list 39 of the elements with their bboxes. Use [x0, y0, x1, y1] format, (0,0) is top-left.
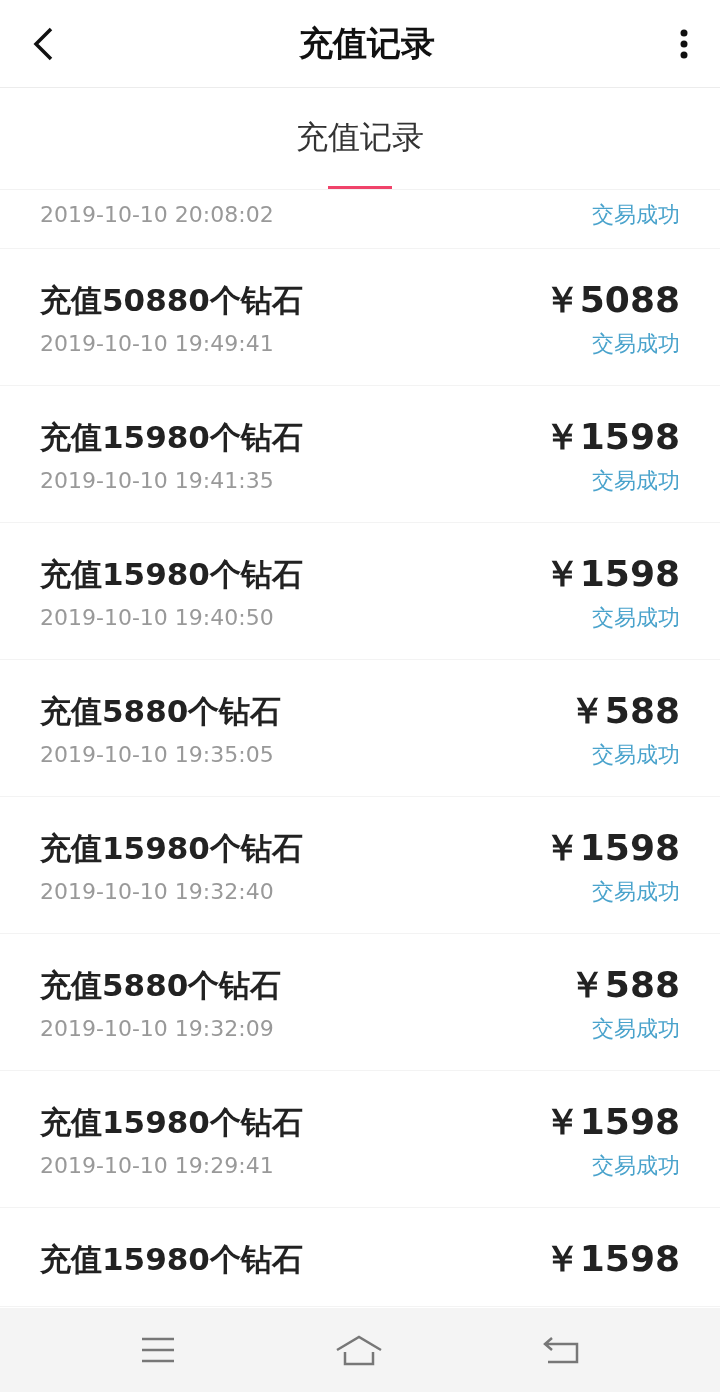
record-title: 充值15980个钻石	[40, 418, 303, 457]
record-amount: ￥1598	[543, 1101, 680, 1143]
record-time: 2019-10-10 19:32:09	[40, 1015, 274, 1043]
record-title: 充值15980个钻石	[40, 1103, 303, 1142]
record-title: 充值15980个钻石	[40, 555, 303, 594]
record-title: 充值15980个钻石	[40, 829, 303, 868]
record-time: 2019-10-10 20:08:02	[40, 201, 274, 229]
record-amount: ￥588	[568, 690, 680, 732]
record-time: 2019-10-10 19:32:40	[40, 878, 274, 906]
record-status: 交易成功	[592, 604, 680, 632]
menu-icon	[139, 1336, 176, 1364]
record-title: 充值15980个钻石	[40, 1240, 303, 1279]
record-status: 交易成功	[592, 1152, 680, 1180]
record-amount: ￥5088	[543, 279, 680, 321]
record-amount: ￥1598	[543, 1238, 680, 1280]
record-status: 交易成功	[592, 878, 680, 906]
record-time: 2019-10-10 19:49:41	[40, 330, 274, 358]
record-status: 交易成功	[592, 741, 680, 769]
return-icon	[542, 1335, 581, 1365]
home-icon	[335, 1334, 383, 1366]
more-icon	[680, 28, 688, 59]
tab[interactable]: 充值记录	[296, 88, 424, 189]
record-title: 充值5880个钻石	[40, 692, 282, 731]
record-status: 交易成功	[592, 467, 680, 495]
back-icon	[32, 25, 54, 62]
record-title: 充值50880个钻石	[40, 281, 303, 320]
record-title: 充值5880个钻石	[40, 966, 282, 1005]
record-time: 2019-10-10 19:40:50	[40, 604, 274, 632]
record-amount: ￥1598	[543, 553, 680, 595]
record-amount: ￥588	[568, 964, 680, 1006]
record-amount: ￥1598	[543, 416, 680, 458]
record-time: 2019-10-10 19:29:41	[40, 1152, 274, 1180]
record-status: 交易成功	[592, 330, 680, 358]
record-time: 2019-10-10 19:41:35	[40, 467, 274, 495]
page-title: 充值记录	[299, 21, 435, 65]
record-time: 2019-10-10 19:35:05	[40, 741, 274, 769]
record-status: 交易成功	[592, 1015, 680, 1043]
record-status: 交易成功	[592, 201, 680, 229]
record-amount: ￥1598	[543, 827, 680, 869]
